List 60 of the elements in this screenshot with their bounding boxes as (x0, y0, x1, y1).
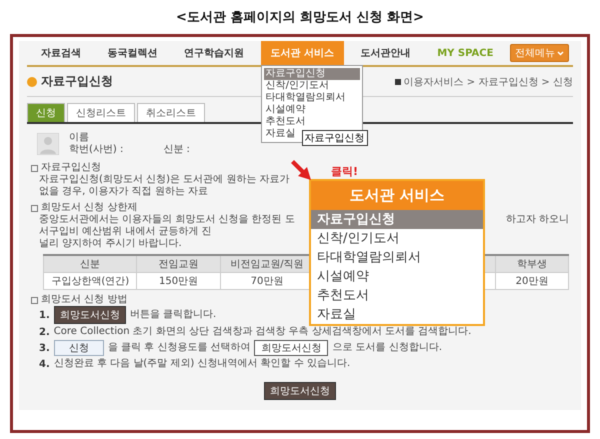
arrow-icon (291, 160, 311, 180)
table-cell: 20만원 (496, 272, 568, 290)
bullet-icon (31, 164, 38, 172)
step-text: Core Collection 초기 화면의 상단 검색창과 검색창 우측 상세검색창에서 도서를 검색합니다. (54, 326, 472, 338)
status-label: 신분 : (163, 144, 190, 156)
dropdown-item[interactable]: 신착/인기도서 (264, 80, 360, 92)
step-number: 3. (39, 342, 50, 354)
tab[interactable]: 신청리스트 (67, 103, 135, 122)
name-label: 이름 (69, 132, 90, 144)
section-heading: 희망도서 신청 방법 (41, 294, 128, 306)
table-header-cell: 신분 (44, 255, 137, 272)
breadcrumb: 이용자서비스 > 자료구입신청 > 신청 (404, 76, 573, 88)
apply-button[interactable]: 신청 (54, 340, 104, 356)
chevron-down-icon (556, 50, 564, 56)
callout-menu-item[interactable]: 자료실 (311, 305, 483, 324)
bullet-icon (31, 296, 38, 304)
step-number: 1. (39, 310, 50, 320)
section-text: 중앙도서관에서는 이용자들의 희망도서 신청을 한정된 도서구입비 예산범위 내에서 균등하게 진 (39, 214, 296, 238)
request-button[interactable]: 희망도서신청 (254, 340, 328, 356)
step-text: 으로 도서를 신청합니다. (332, 342, 442, 354)
table-header-cell: 학부생 (496, 255, 568, 272)
step-text: 버튼을 클릭합니다. (130, 309, 216, 321)
avatar-silhouette-icon (37, 133, 59, 155)
step-number: 4. (39, 358, 50, 370)
callout-menu-item[interactable]: 자료구입신청 (311, 210, 483, 229)
section-text: 하고자 하오니 (506, 214, 569, 226)
callout-menu-title: 도서관 서비스 (311, 181, 483, 210)
nav-menu-item[interactable]: 동국컬렉션 (98, 41, 168, 65)
id-label: 학번(사번) : (69, 144, 124, 156)
figure-caption: <도서관 홈페이지의 희망도서 신청 화면> (176, 9, 424, 26)
nav-menu-item[interactable]: 연구학습지원 (174, 41, 254, 65)
dropdown-item[interactable]: 타대학열람의뢰서 (264, 92, 360, 104)
click-label: 클릭! (331, 164, 360, 179)
tooltip: 자료구입신청 (302, 130, 368, 146)
nav-menu-item[interactable]: 도서관안내 (350, 41, 421, 65)
section-text: 자료구입신청(희망도서 신청)은 도서관에 원하는 자료가 없을 경우, 이용자가 직접 원하는 자료 (39, 174, 291, 198)
page-title: 자료구입신청 (41, 73, 113, 90)
section-heading: 자료구입신청 (41, 162, 101, 174)
dropdown-item[interactable]: 시설예약 (264, 104, 360, 116)
request-button[interactable]: 희망도서신청 (54, 306, 126, 324)
dropdown-item[interactable]: 자료구입신청 (264, 68, 360, 80)
step-text: 신청완료 후 다음 날(주말 제외) 신청내역에서 확인할 수 있습니다. (54, 358, 350, 370)
title-bullet-icon (27, 76, 37, 86)
home-icon[interactable] (394, 78, 401, 84)
step-number: 2. (39, 326, 50, 338)
callout-menu-item[interactable]: 시설예약 (311, 267, 483, 286)
table-header-cell: 전임교원 (136, 255, 220, 272)
section-text: 널리 양지하여 주시기 바랍니다. (39, 238, 183, 250)
callout-menu-item[interactable]: 추천도서 (311, 286, 483, 305)
nav-menu-item[interactable]: 자료검색 (31, 41, 91, 65)
callout-menu-item[interactable]: 신착/인기도서 (311, 229, 483, 248)
bullet-icon (31, 204, 38, 212)
dropdown-item[interactable]: 추천도서 (264, 116, 360, 128)
table-cell: 150만원 (136, 272, 220, 290)
step-text: 을 클릭 후 신청용도를 선택하여 (108, 342, 250, 354)
submit-request-button[interactable]: 희망도서신청 (264, 382, 336, 400)
callout-menu-item[interactable]: 타대학열람의뢰서 (311, 248, 483, 267)
section-heading: 희망도서 신청 상한제 (41, 202, 138, 214)
tab[interactable]: 취소리스트 (137, 103, 205, 122)
table-cell: 구입상한액(연간) (44, 272, 137, 290)
